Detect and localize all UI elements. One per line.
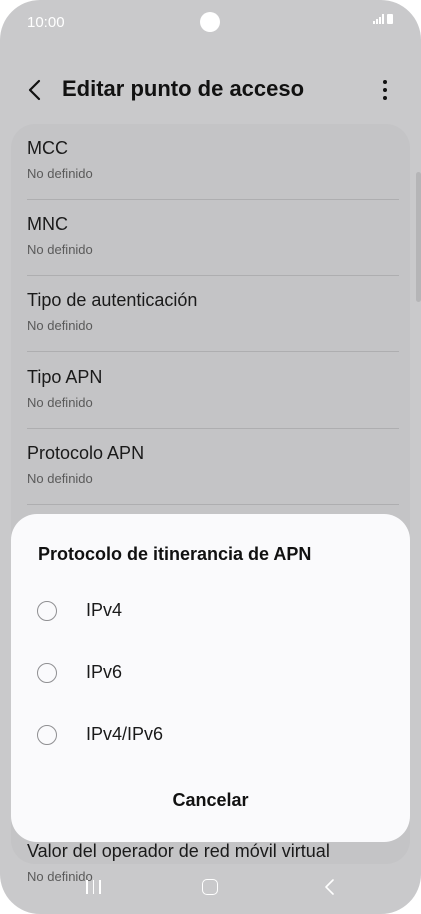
nav-back-icon[interactable] [322,878,338,896]
setting-value: No definido [27,318,93,333]
radio-button[interactable] [37,601,57,621]
setting-title: MNC [27,214,68,234]
app-bar: Editar punto de acceso [0,62,421,118]
divider [27,351,399,352]
signal-icon [373,14,384,24]
setting-apn-protocol[interactable]: Protocolo APN No definido [27,429,399,505]
option-ipv4-ipv6[interactable]: IPv4/IPv6 [11,710,410,766]
setting-value: No definido [27,166,93,181]
back-arrow-icon[interactable] [22,76,50,104]
setting-value: No definido [27,471,93,486]
option-label: IPv6 [86,662,123,682]
option-label: IPv4/IPv6 [86,724,164,744]
page-title: Editar punto de acceso [62,76,305,101]
setting-auth-type[interactable]: Tipo de autenticación No definido [27,276,399,352]
radio-button[interactable] [37,725,57,745]
option-label: IPv4 [86,600,123,620]
cancel-button[interactable]: Cancelar [11,780,410,820]
setting-title: Protocolo APN [27,443,145,463]
option-ipv6[interactable]: IPv6 [11,648,410,704]
phone-screen: 10:00 Editar punto de acceso MCC No defi… [0,0,421,914]
setting-value: No definido [27,242,93,257]
setting-value: No definido [27,395,93,410]
divider [27,504,399,505]
recents-icon[interactable] [86,880,101,894]
status-bar: 10:00 [0,0,421,46]
roaming-protocol-dialog: Protocolo de itinerancia de APN IPv4 IPv… [11,514,410,842]
setting-apn-type[interactable]: Tipo APN No definido [27,353,399,429]
setting-title: Tipo APN [27,367,103,387]
more-vert-icon[interactable] [371,76,399,104]
setting-title: Tipo de autenticación [27,290,198,310]
scrollbar[interactable] [416,172,421,302]
battery-icon [387,14,393,24]
dialog-title: Protocolo de itinerancia de APN [38,544,312,564]
setting-mcc[interactable]: MCC No definido [27,124,399,200]
navigation-bar [0,864,421,914]
status-time: 10:00 [27,14,65,31]
radio-button[interactable] [37,663,57,683]
setting-title: MCC [27,138,68,158]
status-icons [373,14,393,24]
setting-title: Valor del operador de red móvil virtual [27,841,330,861]
setting-mnc[interactable]: MNC No definido [27,200,399,276]
option-ipv4[interactable]: IPv4 [11,586,410,642]
camera-cutout [200,12,220,32]
home-icon[interactable] [202,879,218,895]
